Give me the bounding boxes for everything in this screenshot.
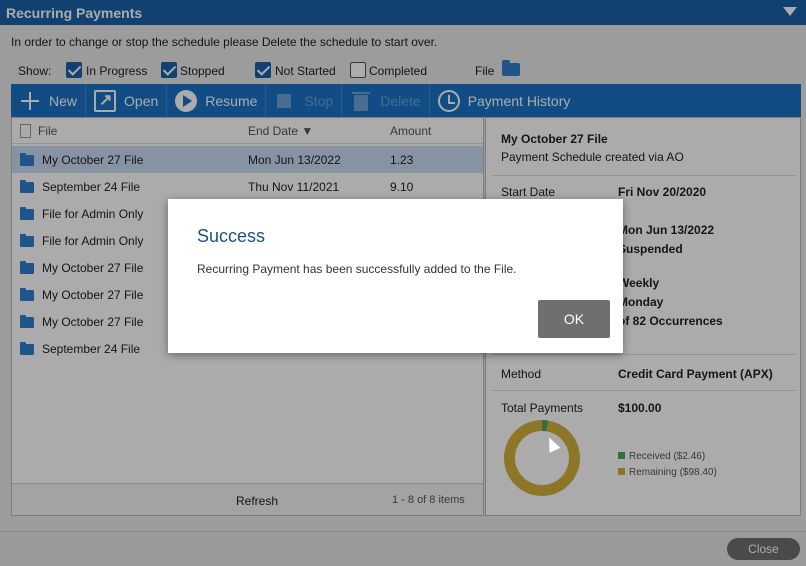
dialog-title: Success bbox=[197, 226, 266, 246]
ok-button[interactable]: OK bbox=[538, 300, 610, 338]
success-dialog: Success Recurring Payment has been succe… bbox=[168, 199, 623, 353]
dialog-message: Recurring Payment has been successfully … bbox=[197, 262, 517, 276]
